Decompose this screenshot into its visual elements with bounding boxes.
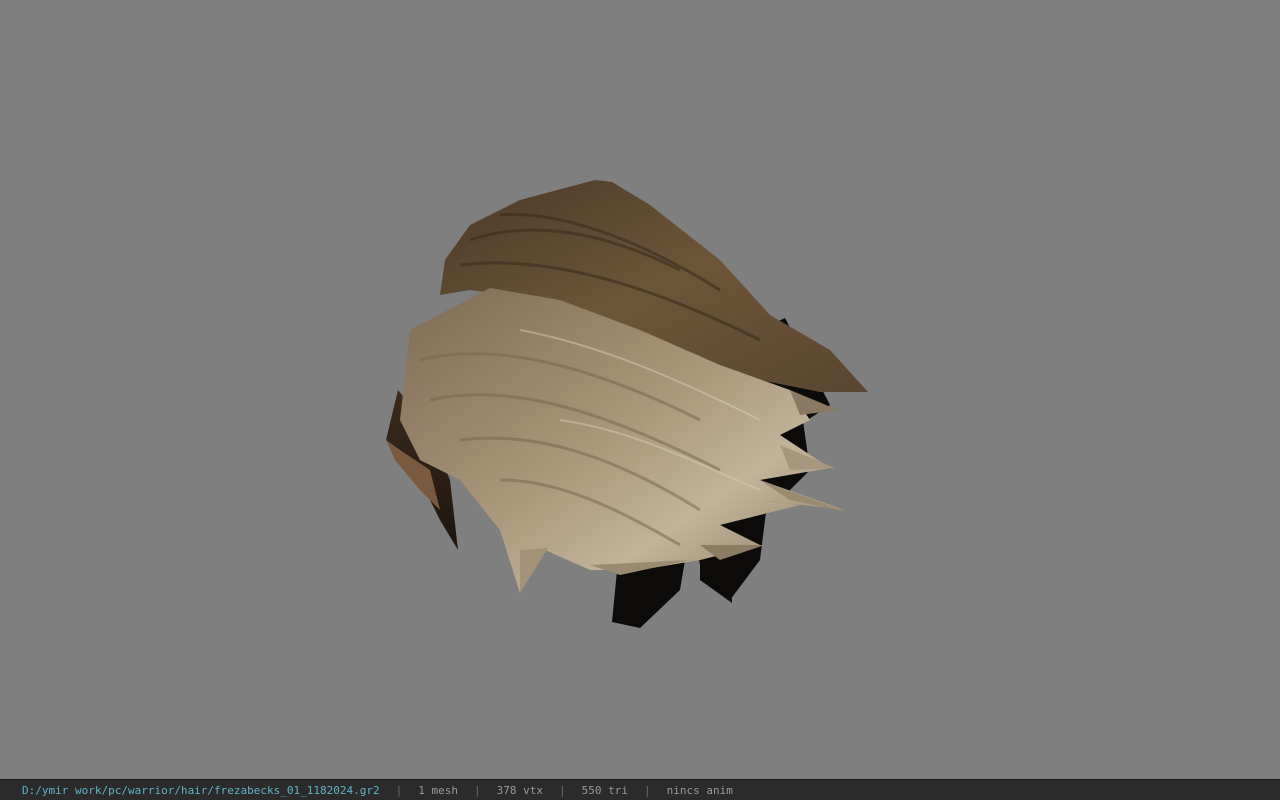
triangle-count: 550 tri xyxy=(581,783,628,797)
file-path: D:/ymir work/pc/warrior/hair/frezabecks_… xyxy=(22,783,380,797)
3d-viewport[interactable] xyxy=(0,0,1280,779)
separator: | xyxy=(558,783,566,797)
mesh-count: 1 mesh xyxy=(418,783,458,797)
separator: | xyxy=(643,783,651,797)
hair-model-render xyxy=(386,180,868,628)
vertex-count: 378 vtx xyxy=(496,783,543,797)
separator: | xyxy=(474,783,481,797)
status-bar: D:/ymir work/pc/warrior/hair/frezabecks_… xyxy=(0,779,1280,800)
separator: | xyxy=(395,783,403,797)
animation-status: nincs anim xyxy=(666,783,733,797)
